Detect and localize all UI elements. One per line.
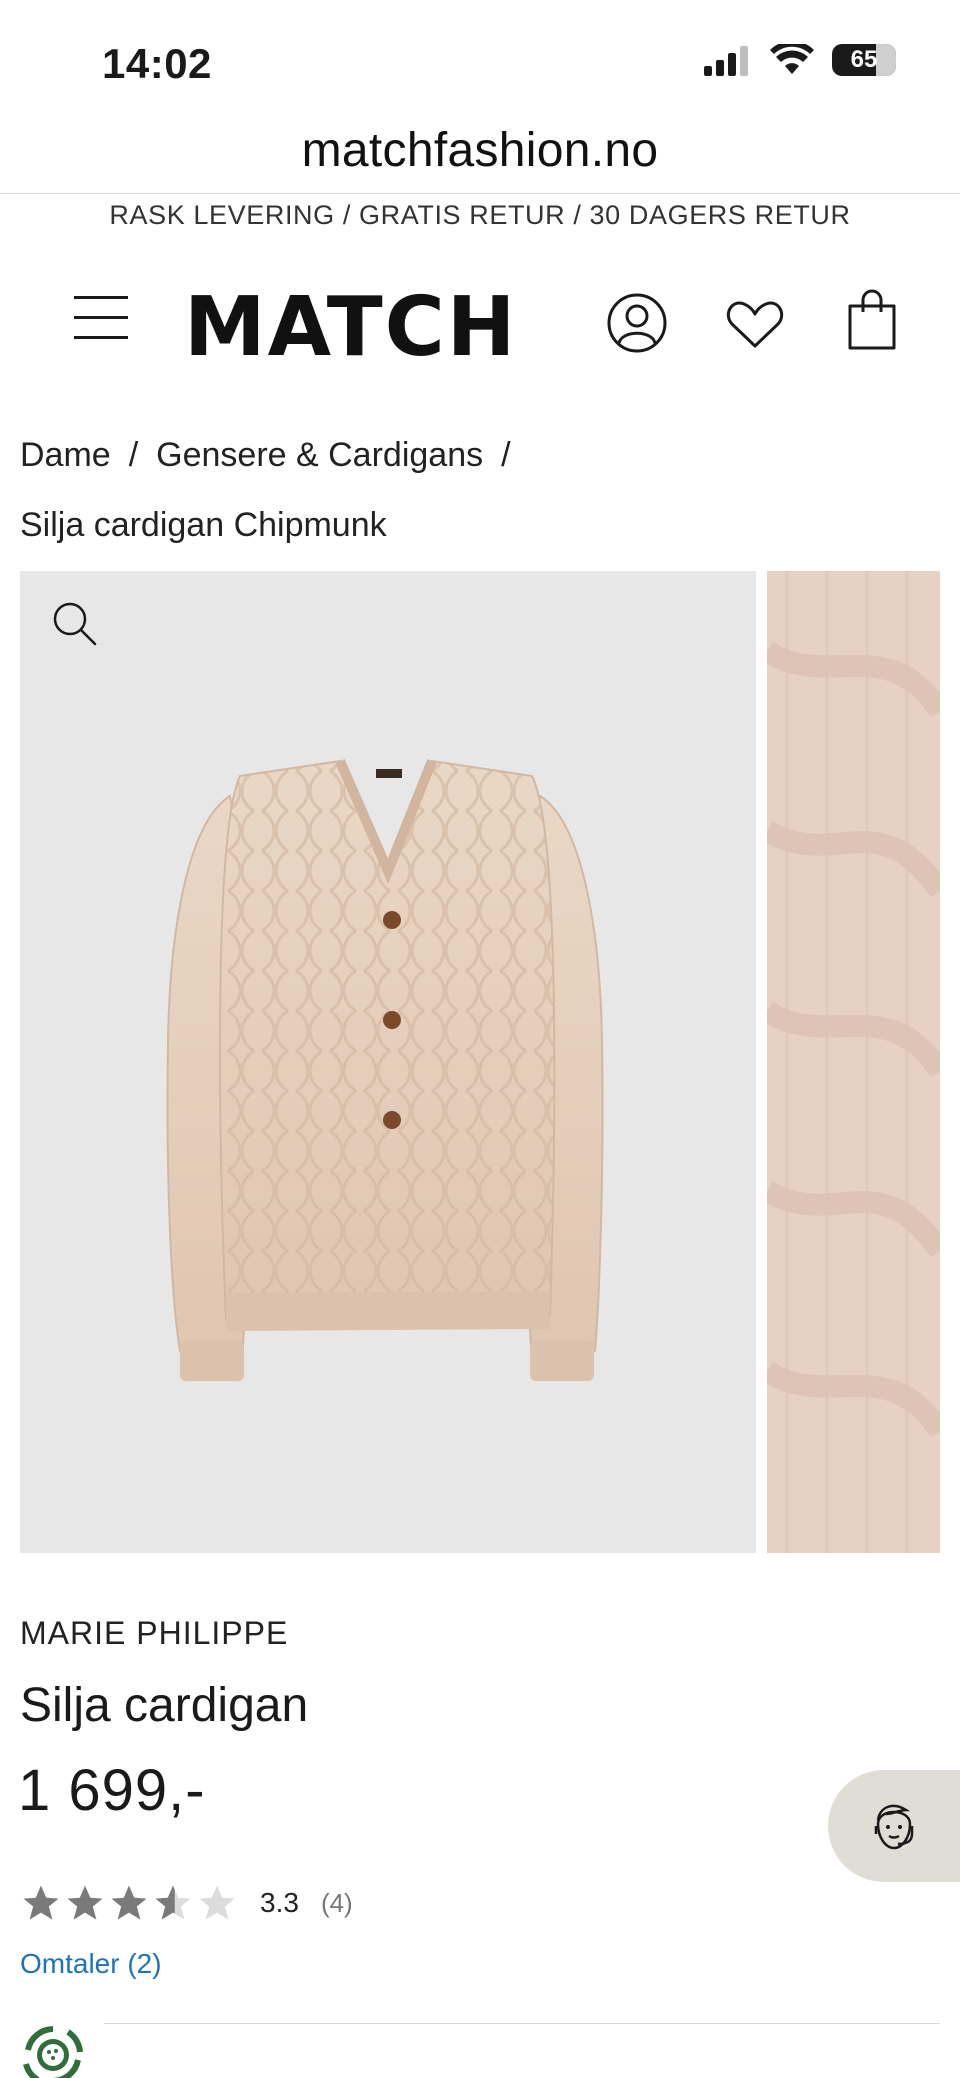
support-agent-icon: [874, 1804, 914, 1850]
product-title: Silja cardigan: [20, 1679, 309, 1732]
star-icon: [111, 1885, 147, 1920]
rating-count: (4): [320, 1887, 353, 1918]
star-icon: [23, 1885, 59, 1920]
promo-banner: RASK LEVERING / GRATIS RETUR / 30 DAGERS…: [109, 200, 851, 230]
half-star-icon: [155, 1885, 191, 1920]
cardigan-image: [166, 759, 604, 1381]
rating-stars: [20, 1882, 238, 1924]
wishlist-heart-icon[interactable]: [726, 300, 784, 350]
breadcrumb-gensere-cardigans[interactable]: Gensere & Cardigans: [156, 436, 483, 474]
product-price: 1 699,-: [18, 1758, 206, 1823]
shopping-bag-icon[interactable]: [846, 288, 898, 352]
breadcrumb-current-product: Silja cardigan Chipmunk: [20, 506, 387, 544]
url-text[interactable]: matchfashion.no: [302, 123, 659, 178]
breadcrumb: Dame / Gensere & Cardigans / Silja cardigan…: [20, 420, 920, 560]
signal-icon: [704, 46, 748, 76]
menu-icon[interactable]: [74, 296, 128, 340]
product-thumbnail-detail[interactable]: [767, 571, 940, 1553]
product-rating[interactable]: 3.3 (4): [20, 1880, 353, 1926]
status-time: 14:02: [102, 40, 212, 87]
section-divider: [104, 2023, 940, 2024]
breadcrumb-separator: /: [128, 436, 139, 474]
product-brand[interactable]: MARIE PHILIPPE: [20, 1615, 288, 1652]
account-icon[interactable]: [606, 292, 668, 354]
eco-recycle-badge-icon: [23, 2026, 83, 2078]
reviews-link[interactable]: Omtaler (2): [20, 1948, 162, 1980]
status-icons: 65: [704, 44, 896, 76]
zoom-search-icon[interactable]: [50, 599, 100, 649]
product-main-image[interactable]: [20, 571, 756, 1553]
customer-service-chat-button[interactable]: [828, 1770, 960, 1882]
wifi-icon: [770, 44, 814, 74]
site-logo[interactable]: MATCH: [184, 280, 517, 375]
battery-icon: 65: [832, 44, 896, 76]
rating-value: 3.3: [260, 1887, 299, 1918]
status-bar: 14:02 65: [0, 0, 960, 110]
empty-star-icon: [199, 1885, 235, 1920]
battery-level: 65: [850, 46, 878, 73]
address-bar[interactable]: matchfashion.no: [0, 108, 960, 194]
star-icon: [67, 1885, 103, 1920]
breadcrumb-dame[interactable]: Dame: [20, 436, 111, 474]
knit-detail-image: [767, 571, 940, 1553]
breadcrumb-separator: /: [501, 436, 511, 474]
site-header: MATCH: [0, 270, 960, 380]
